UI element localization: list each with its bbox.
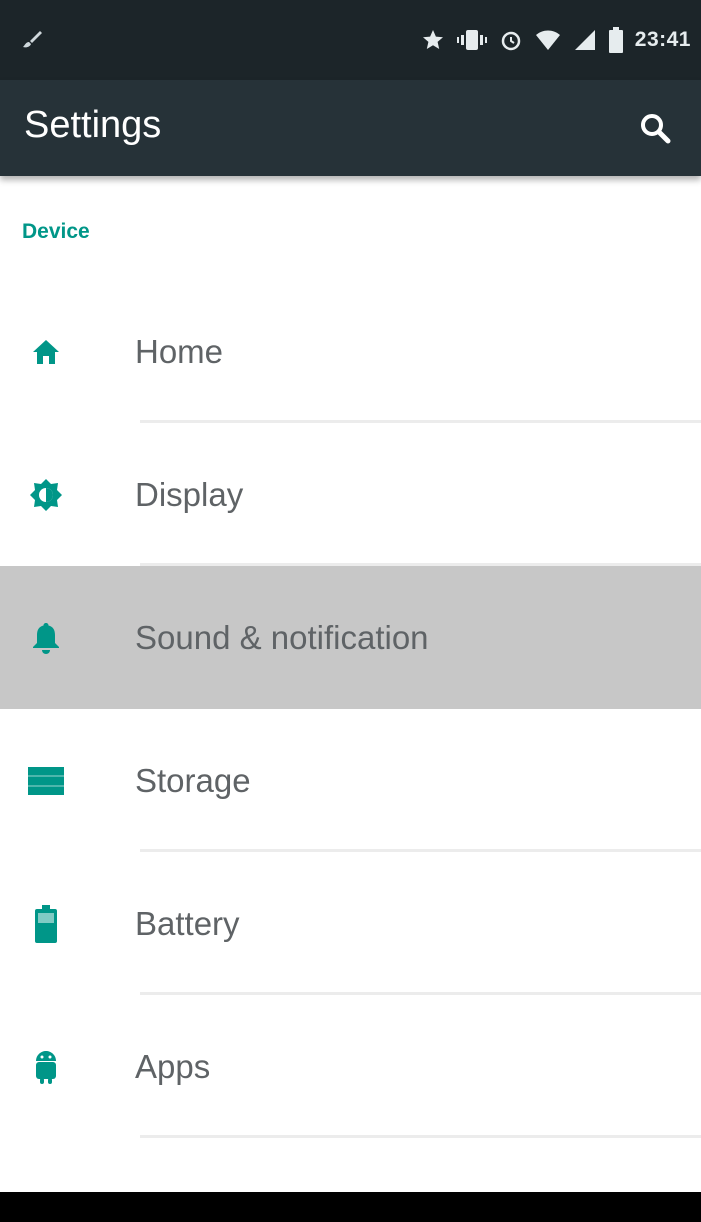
settings-item-home[interactable]: Home [0, 280, 701, 423]
section-header-device: Device [22, 220, 90, 243]
star-icon [421, 28, 445, 52]
alarm-icon [499, 28, 523, 52]
search-icon [641, 114, 671, 144]
settings-screen: 23:41 Settings Device Home Display Sound… [0, 0, 701, 1222]
settings-item-label: Display [135, 475, 244, 513]
brightness-icon [28, 475, 64, 515]
divider [140, 1135, 701, 1138]
paint-brush-icon [20, 28, 44, 52]
settings-item-sound-notification[interactable]: Sound & notification [0, 566, 701, 709]
status-time: 23:41 [634, 28, 691, 51]
android-icon [28, 1047, 64, 1087]
settings-item-battery[interactable]: Battery [0, 852, 701, 995]
signal-icon [573, 28, 597, 52]
settings-list: Home Display Sound & notification Storag… [0, 280, 701, 1138]
wifi-icon [535, 28, 561, 52]
settings-item-label: Apps [135, 1047, 211, 1085]
bell-icon [28, 618, 64, 658]
search-button[interactable] [633, 106, 677, 150]
status-bar: 23:41 [0, 0, 701, 80]
settings-item-storage[interactable]: Storage [0, 709, 701, 852]
toolbar: Settings [0, 80, 701, 176]
settings-item-label: Home [135, 332, 224, 370]
settings-item-label: Battery [135, 904, 240, 942]
battery-icon [608, 27, 623, 53]
vibrate-icon [456, 27, 487, 53]
settings-item-display[interactable]: Display [0, 423, 701, 566]
page-title: Settings [24, 104, 162, 146]
settings-item-label: Storage [135, 761, 251, 799]
home-icon [28, 332, 64, 372]
battery-icon [28, 904, 64, 944]
status-icons: 23:41 [421, 26, 691, 54]
navigation-bar [0, 1192, 701, 1222]
settings-item-label: Sound & notification [135, 618, 429, 656]
storage-icon [28, 761, 64, 801]
settings-item-apps[interactable]: Apps [0, 995, 701, 1138]
